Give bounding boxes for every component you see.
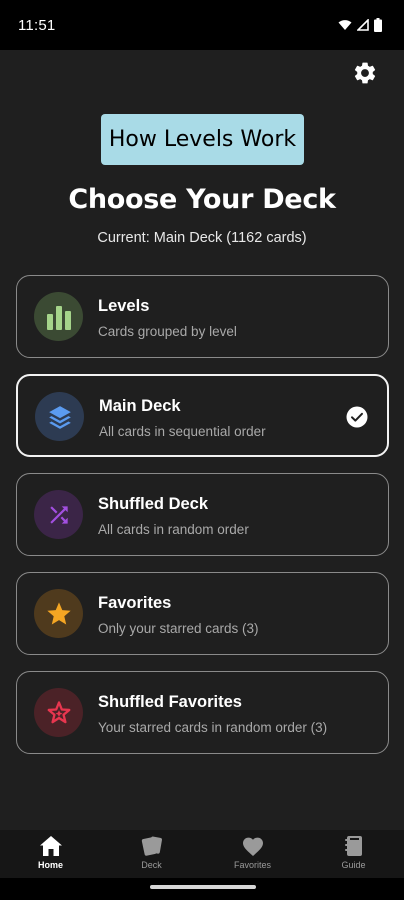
check-circle-icon	[346, 406, 368, 428]
bottom-nav: Home Deck Favorites Guide	[0, 830, 404, 878]
nav-favorites[interactable]: Favorites	[202, 830, 303, 878]
home-icon	[39, 836, 62, 856]
deck-option-levels[interactable]: Levels Cards grouped by level	[16, 275, 389, 358]
nav-label: Deck	[141, 860, 162, 870]
heart-icon	[242, 837, 263, 856]
settings-button[interactable]	[352, 60, 378, 86]
deck-description: All cards in sequential order	[99, 424, 266, 439]
deck-icon-bg	[35, 392, 84, 441]
page-title: Choose Your Deck	[68, 184, 336, 215]
how-levels-work-button[interactable]: How Levels Work	[101, 114, 304, 165]
deck-icon-bg	[34, 589, 83, 638]
battery-icon	[374, 18, 382, 32]
signal-icon	[357, 19, 369, 31]
deck-icon-bg	[34, 490, 83, 539]
deck-list: Levels Cards grouped by level Main Deck …	[16, 275, 389, 770]
nav-label: Favorites	[233, 860, 271, 870]
cards-icon	[141, 836, 162, 856]
deck-name: Levels	[98, 297, 150, 315]
deck-description: Cards grouped by level	[98, 324, 237, 339]
status-bar: 11:51	[0, 0, 404, 50]
deck-name: Shuffled Deck	[98, 495, 209, 513]
nav-label: Home	[37, 860, 63, 870]
status-time: 11:51	[18, 16, 56, 34]
deck-name: Favorites	[98, 594, 172, 612]
deck-icon-bg	[34, 688, 83, 737]
shuffle-icon	[49, 505, 68, 524]
current-deck-text: Current: Main Deck (1162 cards)	[97, 230, 307, 246]
deck-description: Only your starred cards (3)	[98, 621, 259, 636]
gesture-area	[0, 878, 404, 900]
deck-option-shuffled-deck[interactable]: Shuffled Deck All cards in random order	[16, 473, 389, 556]
status-icons	[338, 18, 382, 32]
deck-option-favorites[interactable]: Favorites Only your starred cards (3)	[16, 572, 389, 655]
deck-description: Your starred cards in random order (3)	[98, 720, 328, 735]
gear-icon	[354, 62, 376, 84]
deck-description: All cards in random order	[98, 522, 249, 537]
nav-home[interactable]: Home	[0, 830, 101, 878]
deck-name: Shuffled Favorites	[98, 693, 242, 711]
nav-guide[interactable]: Guide	[303, 830, 404, 878]
home-gesture-bar[interactable]	[150, 885, 256, 889]
star-icon	[46, 601, 71, 624]
deck-option-shuffled-favorites[interactable]: Shuffled Favorites Your starred cards in…	[16, 671, 389, 754]
wifi-icon	[338, 20, 352, 30]
deck-option-main-deck[interactable]: Main Deck All cards in sequential order	[16, 374, 389, 457]
sparkle-star-icon	[47, 700, 70, 723]
book-icon	[344, 836, 362, 856]
layers-icon	[48, 405, 71, 429]
deck-icon-bg	[34, 292, 83, 341]
nav-deck[interactable]: Deck	[101, 830, 202, 878]
deck-name: Main Deck	[99, 397, 181, 415]
nav-label: Guide	[341, 860, 366, 870]
bar-chart-icon	[46, 305, 71, 330]
